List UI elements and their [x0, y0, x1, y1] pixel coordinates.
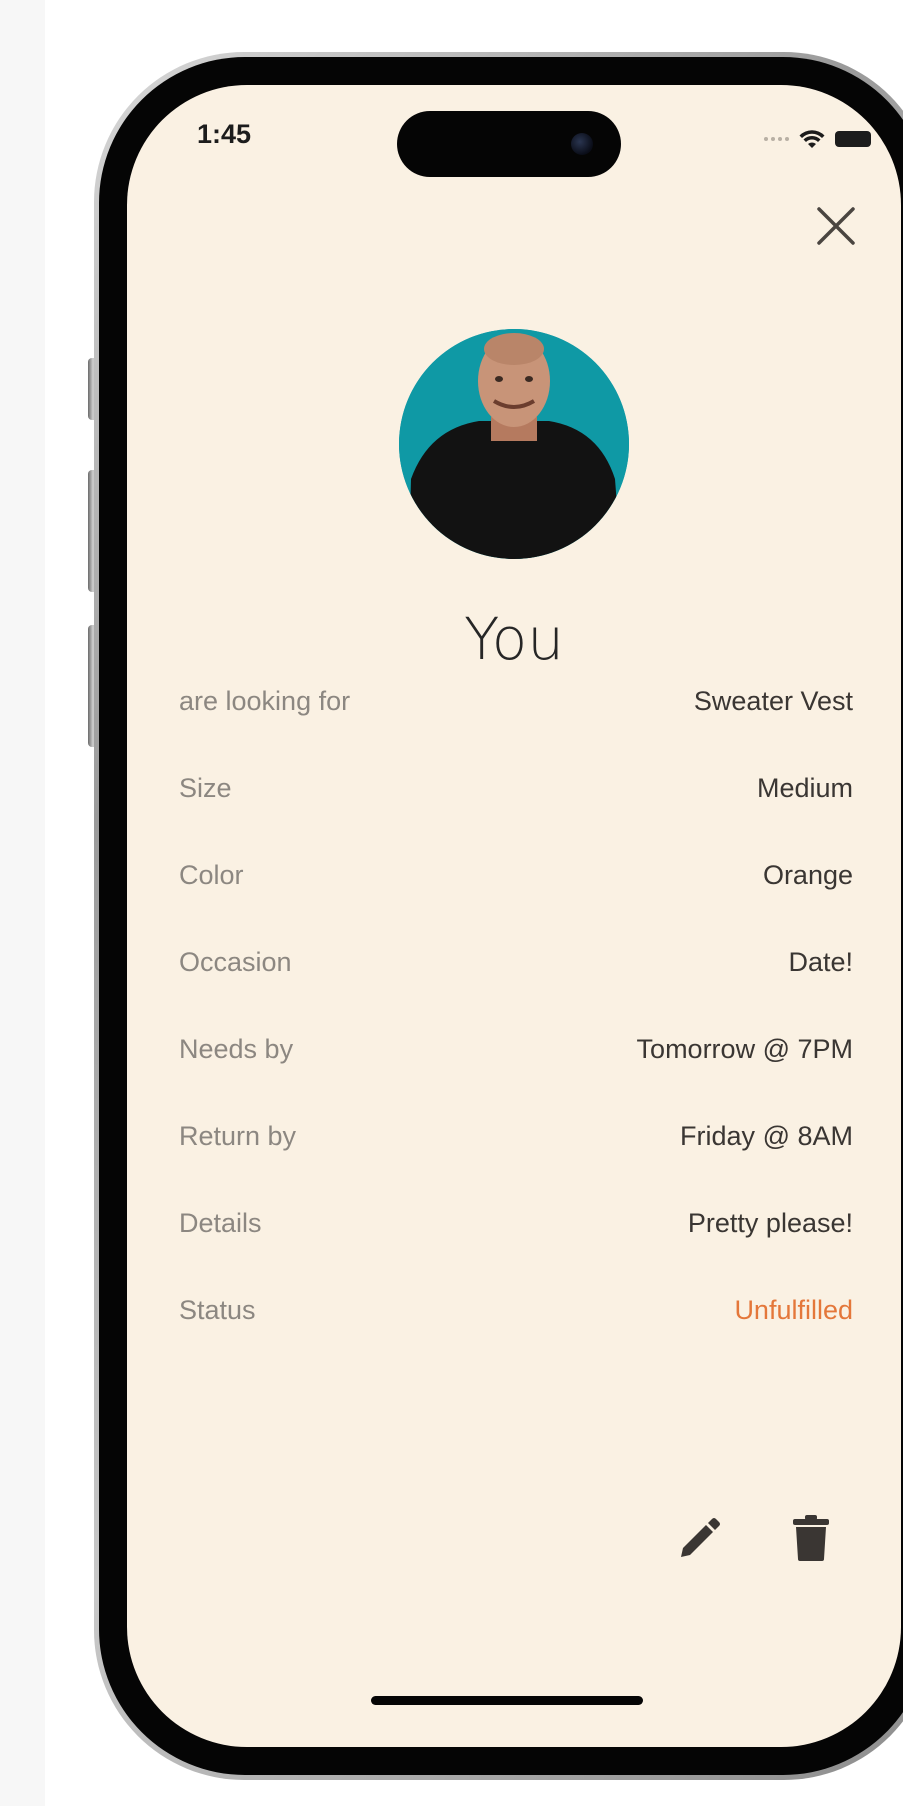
detail-value: Medium: [756, 772, 853, 803]
avatar-photo: [399, 329, 629, 559]
detail-label: Needs by: [179, 1033, 294, 1064]
edit-button[interactable]: [675, 1515, 723, 1563]
phone-bezel: 1:45 You are looking for Sweater Vest Si…: [99, 57, 903, 1775]
detail-row-looking-for: are looking for Sweater Vest: [179, 681, 853, 721]
detail-row-occasion: Occasion Date!: [179, 942, 853, 982]
detail-value: Tomorrow @ 7PM: [636, 1033, 853, 1064]
detail-value: Date!: [788, 946, 853, 977]
battery-icon: [835, 131, 871, 147]
canvas: 1:45 You are looking for Sweater Vest Si…: [0, 0, 903, 1806]
detail-value: Friday @ 8AM: [680, 1120, 853, 1151]
detail-row-needs-by: Needs by Tomorrow @ 7PM: [179, 1029, 853, 1069]
camera-icon: [571, 133, 593, 155]
status-badge: Unfulfilled: [734, 1294, 853, 1325]
trash-icon: [793, 1515, 829, 1561]
detail-row-color: Color Orange: [179, 855, 853, 895]
detail-label: Return by: [179, 1120, 297, 1151]
dynamic-island: [397, 111, 621, 177]
detail-row-status: Status Unfulfilled: [179, 1290, 853, 1330]
wifi-icon: [799, 130, 825, 148]
detail-label: Occasion: [179, 946, 292, 977]
user-name: You: [464, 605, 564, 673]
delete-button[interactable]: [791, 1513, 831, 1563]
detail-value: Pretty please!: [687, 1207, 853, 1238]
detail-label: Details: [179, 1207, 262, 1238]
status-time: 1:45: [197, 119, 252, 149]
phone-frame: 1:45 You are looking for Sweater Vest Si…: [94, 52, 903, 1780]
detail-row-details: Details Pretty please!: [179, 1203, 853, 1243]
close-icon: [817, 207, 855, 245]
detail-row-return-by: Return by Friday @ 8AM: [179, 1116, 853, 1156]
signal-icon: [764, 137, 789, 141]
status-icons: [764, 129, 871, 149]
detail-label: Color: [179, 859, 244, 890]
detail-label: Size: [179, 772, 232, 803]
phone-screen: 1:45 You are looking for Sweater Vest Si…: [127, 85, 901, 1747]
detail-value: Orange: [762, 859, 853, 890]
pencil-icon: [681, 1518, 720, 1557]
detail-value: Sweater Vest: [693, 685, 853, 716]
detail-label: are looking for: [179, 685, 351, 716]
home-indicator[interactable]: [371, 1696, 643, 1705]
close-button[interactable]: [813, 203, 859, 249]
detail-row-size: Size Medium: [179, 768, 853, 808]
avatar: [399, 329, 629, 559]
detail-label: Status: [179, 1294, 256, 1325]
